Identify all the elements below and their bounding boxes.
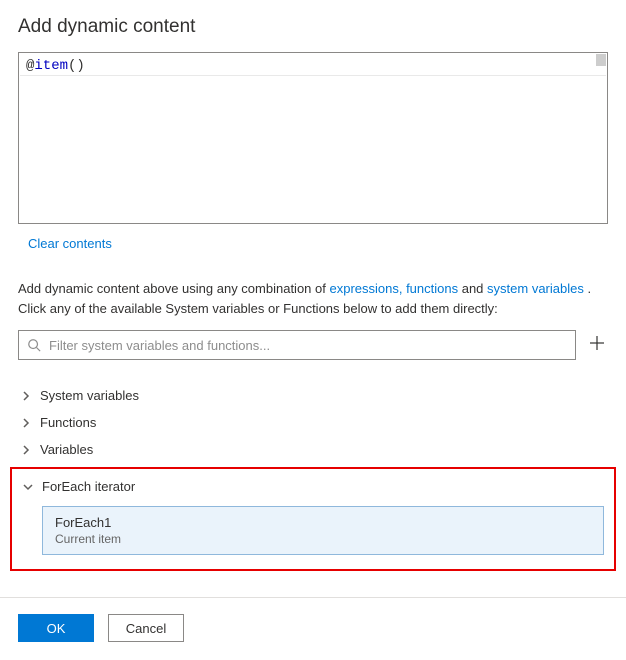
add-button[interactable] — [586, 335, 608, 355]
foreach-item-card[interactable]: ForEach1 Current item — [42, 506, 604, 555]
foreach-iterator-highlight: ForEach iterator ForEach1 Current item — [10, 467, 616, 571]
ok-button[interactable]: OK — [18, 614, 94, 642]
tree-item-variables[interactable]: Variables — [18, 436, 608, 463]
tree-label: Functions — [40, 415, 96, 430]
clear-contents-link[interactable]: Clear contents — [28, 236, 112, 251]
chevron-right-icon — [20, 444, 32, 456]
chevron-right-icon — [20, 417, 32, 429]
filter-input-wrapper[interactable] — [18, 330, 576, 360]
system-variables-link[interactable]: system variables — [487, 281, 584, 296]
foreach-card-subtitle: Current item — [55, 532, 591, 546]
tree-label: System variables — [40, 388, 139, 403]
tree-item-system-variables[interactable]: System variables — [18, 382, 608, 409]
expression-editor[interactable]: @item() — [18, 52, 608, 224]
filter-input[interactable] — [47, 337, 567, 354]
chevron-down-icon — [22, 481, 34, 493]
cancel-button[interactable]: Cancel — [108, 614, 184, 642]
tree-label: Variables — [40, 442, 93, 457]
tree-label: ForEach iterator — [42, 479, 135, 494]
search-icon — [27, 338, 41, 352]
divider — [0, 597, 626, 598]
expressions-functions-link[interactable]: expressions, functions — [329, 281, 458, 296]
page-title: Add dynamic content — [18, 16, 608, 38]
foreach-card-title: ForEach1 — [55, 515, 591, 530]
editor-scrollbar[interactable] — [596, 54, 606, 66]
chevron-right-icon — [20, 390, 32, 402]
tree-item-foreach-iterator[interactable]: ForEach iterator — [22, 473, 604, 500]
plus-icon — [590, 336, 604, 350]
expression-text[interactable]: @item() — [20, 54, 606, 76]
description-text: Add dynamic content above using any comb… — [18, 279, 608, 318]
tree-item-functions[interactable]: Functions — [18, 409, 608, 436]
